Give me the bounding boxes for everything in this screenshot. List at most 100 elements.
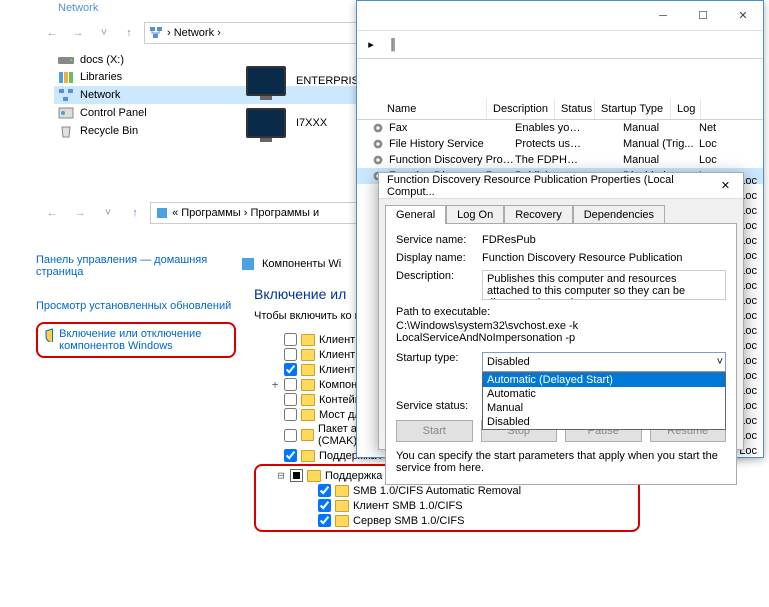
up-button[interactable]: ↑ bbox=[124, 202, 146, 224]
up-button[interactable]: ↑ bbox=[118, 22, 140, 44]
recent-dropdown[interactable]: ˅ bbox=[96, 202, 120, 224]
explorer-content: ENTERPRISE I7XXX bbox=[240, 60, 372, 144]
feature-label: SMB 1.0/CIFS Automatic Removal bbox=[353, 485, 521, 497]
props-titlebar[interactable]: Function Discovery Resource Publication … bbox=[379, 173, 743, 199]
option-manual[interactable]: Manual bbox=[483, 401, 725, 415]
option-auto-delayed[interactable]: Automatic (Delayed Start) bbox=[483, 373, 725, 387]
feature-checkbox[interactable] bbox=[284, 363, 297, 376]
feature-checkbox[interactable] bbox=[284, 348, 297, 361]
service-properties-dialog: Function Discovery Resource Publication … bbox=[378, 172, 744, 450]
col-startup[interactable]: Startup Type bbox=[595, 99, 671, 119]
control-panel-icon bbox=[58, 106, 74, 120]
tab-general[interactable]: General bbox=[385, 205, 446, 224]
computer-item[interactable]: I7XXX bbox=[240, 102, 372, 144]
gear-icon bbox=[371, 121, 385, 135]
start-params-note: You can specify the start parameters tha… bbox=[396, 450, 726, 474]
features-icon bbox=[240, 256, 256, 272]
option-automatic[interactable]: Automatic bbox=[483, 387, 725, 401]
cell-desc: Protects use... bbox=[515, 138, 583, 150]
tab-dependencies[interactable]: Dependencies bbox=[573, 205, 665, 224]
feature-checkbox[interactable] bbox=[318, 514, 331, 527]
feature-item-smb-child[interactable]: SMB 1.0/CIFS Automatic Removal bbox=[260, 483, 634, 498]
feature-checkbox[interactable] bbox=[284, 378, 297, 391]
network-icon bbox=[58, 88, 74, 102]
back-button[interactable]: ← bbox=[40, 22, 64, 44]
expand-toggle[interactable]: ⊟ bbox=[276, 469, 286, 482]
forward-button[interactable]: → bbox=[66, 22, 90, 44]
back-button[interactable]: ← bbox=[40, 202, 64, 224]
option-disabled[interactable]: Disabled bbox=[483, 415, 725, 429]
props-tabs: General Log On Recovery Dependencies bbox=[379, 199, 743, 224]
folder-icon bbox=[301, 364, 315, 376]
minimize-button[interactable]: ─ bbox=[643, 1, 683, 31]
feature-item-smb-child[interactable]: Сервер SMB 1.0/CIFS bbox=[260, 513, 634, 528]
col-description[interactable]: Description bbox=[487, 99, 555, 119]
close-button[interactable]: ✕ bbox=[723, 1, 763, 31]
cp-toggle-features-link[interactable]: Включение или отключение компонентов Win… bbox=[59, 328, 228, 352]
address-bar[interactable]: › Network › bbox=[144, 22, 380, 44]
cp-home-link[interactable]: Панель управления — домашняя страница bbox=[36, 250, 236, 282]
feature-item-smb-child[interactable]: Клиент SMB 1.0/CIFS bbox=[260, 498, 634, 513]
toolbar-play-icon[interactable]: ▸ bbox=[361, 35, 381, 55]
service-row[interactable]: File History ServiceProtects use...Manua… bbox=[357, 136, 763, 152]
computer-icon bbox=[246, 66, 286, 96]
folder-icon bbox=[301, 334, 315, 346]
feature-checkbox[interactable] bbox=[284, 333, 297, 346]
explorer-title: Network bbox=[40, 0, 380, 20]
feature-checkbox[interactable] bbox=[318, 499, 331, 512]
programs-nav-bar: ← → ˅ ↑ « Программы › Программы и bbox=[40, 202, 380, 224]
value-service-name: FDResPub bbox=[482, 234, 726, 246]
startup-type-select[interactable]: Disabled˅ Automatic (Delayed Start) Auto… bbox=[482, 352, 726, 372]
service-row[interactable]: Function Discovery Provide...The FDPHO..… bbox=[357, 152, 763, 168]
col-status[interactable]: Status bbox=[555, 99, 595, 119]
breadcrumb-sep: › bbox=[217, 27, 221, 39]
label-service-name: Service name: bbox=[396, 234, 482, 246]
close-button[interactable]: ✕ bbox=[712, 176, 739, 196]
start-button[interactable]: Start bbox=[396, 420, 473, 442]
computer-icon bbox=[246, 108, 286, 138]
tab-logon[interactable]: Log On bbox=[446, 205, 504, 224]
forward-button[interactable]: → bbox=[68, 202, 92, 224]
explorer-nav-bar: ← → ˅ ↑ › Network › bbox=[40, 20, 380, 52]
feature-checkbox[interactable] bbox=[284, 408, 297, 421]
feature-checkbox[interactable] bbox=[284, 393, 297, 406]
expand-toggle[interactable]: + bbox=[270, 378, 280, 391]
feature-checkbox[interactable] bbox=[284, 449, 297, 462]
cell-desc: The FDPHO... bbox=[515, 154, 583, 166]
file-explorer-window: Network ← → ˅ ↑ › Network › docs (X:) Li… bbox=[40, 0, 380, 200]
col-name[interactable]: Name bbox=[357, 99, 487, 119]
cell-name: Fax bbox=[389, 122, 515, 134]
folder-icon bbox=[301, 349, 315, 361]
services-columns: Name Description Status Startup Type Log bbox=[357, 99, 763, 120]
col-logon[interactable]: Log bbox=[671, 99, 701, 119]
feature-label: Клиент SMB 1.0/CIFS bbox=[353, 500, 463, 512]
folder-icon bbox=[301, 450, 315, 462]
cp-view-updates-link[interactable]: Просмотр установленных обновлений bbox=[36, 296, 236, 316]
feature-checkbox[interactable] bbox=[318, 484, 331, 497]
label-description: Description: bbox=[396, 270, 482, 282]
tab-body-general: Service name:FDResPub Display name:Funct… bbox=[385, 223, 737, 485]
startup-type-dropdown: Automatic (Delayed Start) Automatic Manu… bbox=[482, 372, 726, 430]
cell-logon: Loc bbox=[699, 138, 729, 150]
label-service-status: Service status: bbox=[396, 400, 482, 412]
address-bar[interactable]: « Программы › Программы и bbox=[150, 202, 380, 224]
feature-checkbox[interactable] bbox=[284, 429, 297, 442]
maximize-button[interactable]: ☐ bbox=[683, 1, 723, 31]
folder-icon bbox=[335, 500, 349, 512]
cell-logon: Net bbox=[699, 122, 729, 134]
folder-icon bbox=[301, 379, 315, 391]
cell-logon: Loc bbox=[699, 154, 729, 166]
service-row[interactable]: FaxEnables you...ManualNet bbox=[357, 120, 763, 136]
folder-icon bbox=[307, 470, 321, 482]
tab-recovery[interactable]: Recovery bbox=[504, 205, 572, 224]
feature-checkbox-partial[interactable] bbox=[290, 469, 303, 482]
services-toolbar: ▸ ║ bbox=[357, 31, 763, 59]
drive-icon bbox=[58, 54, 74, 66]
breadcrumb-sep: › bbox=[167, 27, 171, 39]
breadcrumb-item[interactable]: Network bbox=[174, 27, 214, 39]
recent-dropdown[interactable]: ˅ bbox=[92, 22, 116, 44]
gear-icon bbox=[371, 137, 385, 151]
computer-item[interactable]: ENTERPRISE bbox=[240, 60, 372, 102]
value-description: Publishes this computer and resources at… bbox=[482, 270, 726, 300]
cell-startup: Manual (Trig... bbox=[623, 138, 699, 150]
